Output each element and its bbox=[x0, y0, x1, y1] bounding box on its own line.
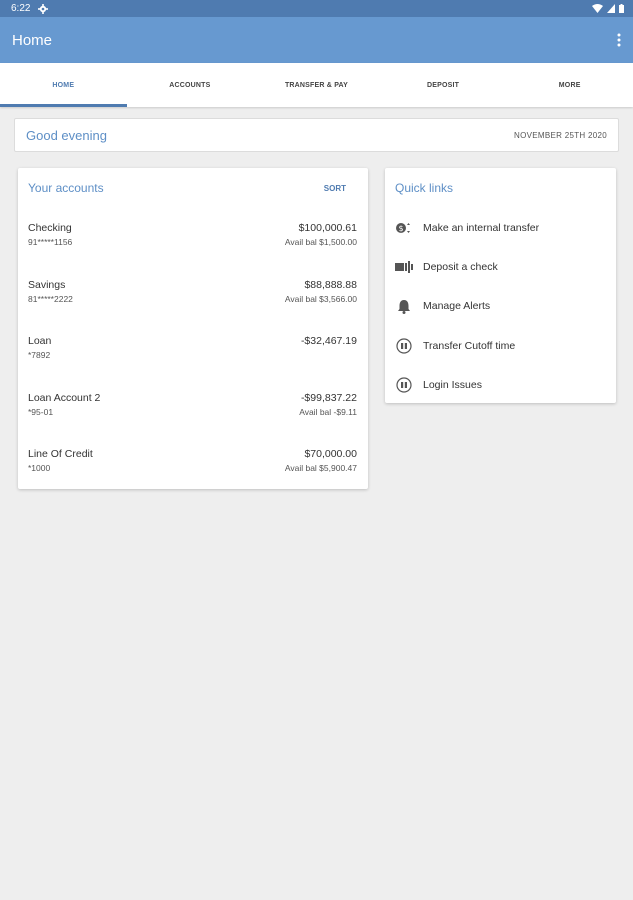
check-deposit-icon bbox=[395, 258, 413, 276]
account-available-balance: Avail bal -$9.11 bbox=[299, 406, 357, 417]
greeting-card: Good evening NOVEMBER 25TH 2020 bbox=[14, 118, 619, 152]
quick-link-label: Deposit a check bbox=[423, 260, 498, 273]
account-available-balance: Avail bal $1,500.00 bbox=[284, 237, 357, 247]
quick-link-internal-transfer[interactable]: $ Make an internal transfer bbox=[395, 208, 606, 247]
account-number: *1000 bbox=[28, 463, 51, 473]
accounts-card: Your accounts SORT Checking 91*****1156 … bbox=[18, 168, 368, 489]
quick-link-transfer-cutoff[interactable]: Transfer Cutoff time bbox=[395, 326, 606, 365]
link-icon bbox=[395, 337, 413, 355]
greeting-date: NOVEMBER 25TH 2020 bbox=[514, 130, 607, 140]
quick-links-list: $ Make an internal transfer Deposit a ch… bbox=[385, 208, 616, 404]
accounts-header: Your accounts SORT bbox=[18, 168, 368, 208]
status-time: 6:22 bbox=[11, 3, 31, 14]
settings-icon bbox=[38, 3, 49, 14]
quick-links-header: Quick links bbox=[385, 168, 616, 208]
quick-link-label: Transfer Cutoff time bbox=[423, 339, 516, 352]
svg-text:$: $ bbox=[398, 224, 403, 233]
account-number: 91*****1156 bbox=[28, 237, 73, 247]
accounts-list: Checking 91*****1156 $100,000.61 Avail b… bbox=[18, 208, 368, 491]
account-row-savings[interactable]: Savings 81*****2222 $88,888.88 Avail bal… bbox=[28, 265, 357, 322]
quick-link-label: Make an internal transfer bbox=[423, 221, 540, 234]
account-number: *95-01 bbox=[28, 406, 54, 417]
tab-deposit[interactable]: DEPOSIT bbox=[380, 63, 507, 107]
account-balance: -$32,467.19 bbox=[300, 335, 357, 347]
account-available-balance: Avail bal $3,566.00 bbox=[284, 293, 357, 304]
signal-icon bbox=[607, 4, 615, 13]
account-name: Line Of Credit bbox=[28, 448, 93, 460]
tab-accounts[interactable]: ACCOUNTS bbox=[127, 63, 254, 107]
status-bar: 6:22 bbox=[0, 0, 633, 17]
account-balance: -$99,837.22 bbox=[300, 391, 357, 404]
wifi-icon bbox=[592, 4, 603, 13]
account-row-loan-account-2[interactable]: Loan Account 2 *95-01 -$99,837.22 Avail … bbox=[28, 378, 357, 435]
tab-transfer-pay[interactable]: TRANSFER & PAY bbox=[253, 63, 380, 107]
quick-link-label: Manage Alerts bbox=[423, 300, 491, 313]
account-row-line-of-credit[interactable]: Line Of Credit *1000 $70,000.00 Avail ba… bbox=[28, 434, 357, 491]
tab-home[interactable]: HOME bbox=[0, 63, 127, 107]
bell-icon bbox=[395, 297, 413, 315]
link-icon bbox=[395, 376, 413, 394]
account-name: Loan bbox=[28, 335, 52, 347]
account-number: 81*****2222 bbox=[28, 293, 73, 304]
account-available-balance: Avail bal $5,900.47 bbox=[284, 463, 357, 473]
quick-links-title: Quick links bbox=[395, 181, 454, 195]
tab-bar: HOME ACCOUNTS TRANSFER & PAY DEPOSIT MOR… bbox=[0, 63, 633, 107]
account-row-loan[interactable]: Loan *7892 -$32,467.19 bbox=[28, 321, 357, 378]
account-balance: $88,888.88 bbox=[304, 278, 357, 291]
account-name: Checking bbox=[28, 222, 72, 234]
overflow-menu-icon[interactable] bbox=[617, 33, 621, 47]
battery-icon bbox=[619, 4, 624, 13]
quick-link-manage-alerts[interactable]: Manage Alerts bbox=[395, 287, 606, 326]
app-bar: Home bbox=[0, 17, 633, 63]
quick-link-login-issues[interactable]: Login Issues bbox=[395, 365, 606, 404]
transfer-icon: $ bbox=[395, 219, 413, 237]
quick-links-card: Quick links $ Make an internal transfer … bbox=[385, 168, 616, 403]
account-name: Loan Account 2 bbox=[28, 391, 101, 404]
quick-link-label: Login Issues bbox=[423, 378, 482, 391]
greeting-text: Good evening bbox=[26, 127, 107, 143]
tab-more[interactable]: MORE bbox=[506, 63, 633, 107]
accounts-title: Your accounts bbox=[28, 181, 104, 195]
account-name: Savings bbox=[28, 278, 66, 291]
sort-button[interactable]: SORT bbox=[324, 184, 357, 193]
account-number: *7892 bbox=[28, 350, 51, 360]
account-row-checking[interactable]: Checking 91*****1156 $100,000.61 Avail b… bbox=[28, 208, 357, 265]
account-balance: $70,000.00 bbox=[304, 448, 357, 460]
page-title: Home bbox=[12, 31, 53, 49]
quick-link-deposit-check[interactable]: Deposit a check bbox=[395, 247, 606, 286]
account-balance: $100,000.61 bbox=[298, 222, 357, 234]
